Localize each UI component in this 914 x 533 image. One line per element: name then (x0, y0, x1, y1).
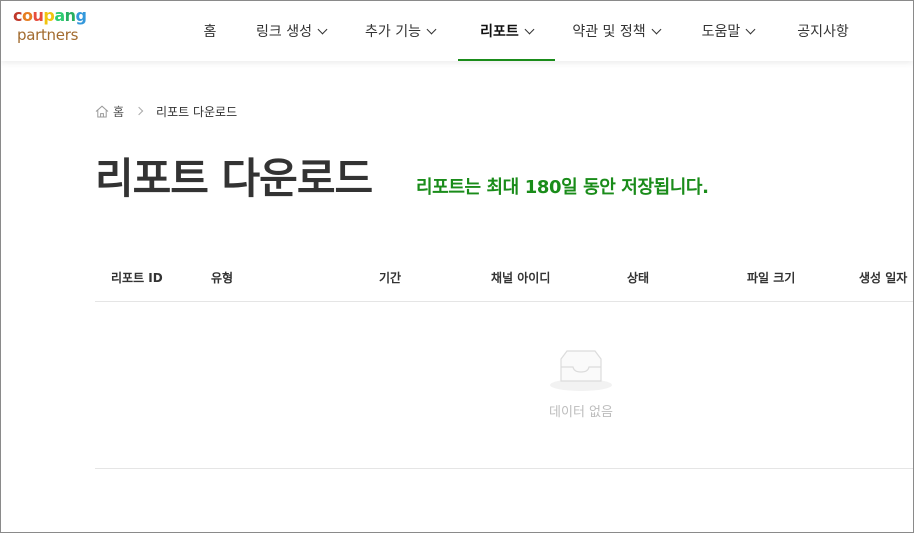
nav-item-home[interactable]: 홈 (197, 1, 223, 61)
chevron-right-icon (134, 106, 144, 116)
breadcrumb: 홈 리포트 다운로드 (95, 102, 237, 120)
nav-item-notice[interactable]: 공지사항 (793, 1, 853, 61)
nav-item-report[interactable]: 리포트 (458, 1, 555, 61)
home-icon[interactable] (95, 105, 109, 118)
empty-data-text: 데이터 없음 (549, 405, 613, 420)
storage-notice: 리포트는 최대 180일 동안 저장됩니다. (416, 177, 709, 198)
breadcrumb-home-link[interactable]: 홈 (113, 103, 124, 120)
nav-item-label: 약관 및 정책 (572, 24, 646, 40)
nav-item-label: 링크 생성 (256, 24, 312, 40)
column-header-channel-id[interactable]: 채널 아이디 (491, 253, 550, 301)
empty-inbox-icon (550, 350, 612, 391)
nav-item-extra-features[interactable]: 추가 기능 (361, 1, 439, 61)
nav-item-terms-policy[interactable]: 약관 및 정책 (569, 1, 663, 61)
column-header-status[interactable]: 상태 (627, 253, 649, 301)
column-header-report-id[interactable]: 리포트 ID (111, 253, 163, 301)
column-header-type[interactable]: 유형 (211, 253, 233, 301)
main-nav: 홈 링크 생성 추가 기능 리포트 약관 및 정책 도움말 공지사항 (1, 1, 913, 61)
browser-frame: coupang partners 홈 링크 생성 추가 기능 리포트 약관 및 … (0, 0, 914, 533)
chevron-down-icon (426, 24, 437, 34)
chevron-down-icon (317, 24, 328, 34)
chevron-down-icon (745, 24, 756, 34)
chevron-down-icon (651, 24, 662, 34)
nav-item-label: 추가 기능 (365, 24, 421, 40)
column-header-file-size[interactable]: 파일 크기 (747, 253, 795, 301)
nav-item-label: 리포트 (480, 24, 519, 40)
chevron-down-icon (524, 24, 535, 34)
report-table-empty-state: 데이터 없음 (95, 303, 913, 469)
breadcrumb-current: 리포트 다운로드 (156, 104, 238, 119)
column-header-period[interactable]: 기간 (379, 253, 401, 301)
nav-item-label: 도움말 (701, 24, 741, 40)
nav-item-label: 공지사항 (797, 24, 849, 40)
nav-item-link-create[interactable]: 링크 생성 (249, 1, 333, 61)
report-table-header: 리포트 ID 유형 기간 채널 아이디 상태 파일 크기 생성 일자 (95, 253, 913, 302)
nav-item-label: 홈 (203, 24, 217, 40)
page-title: 리포트 다운로드 (95, 154, 373, 203)
column-header-created-date[interactable]: 생성 일자 (859, 253, 907, 301)
nav-item-help[interactable]: 도움말 (695, 1, 761, 61)
site-header: coupang partners 홈 링크 생성 추가 기능 리포트 약관 및 … (1, 1, 913, 61)
